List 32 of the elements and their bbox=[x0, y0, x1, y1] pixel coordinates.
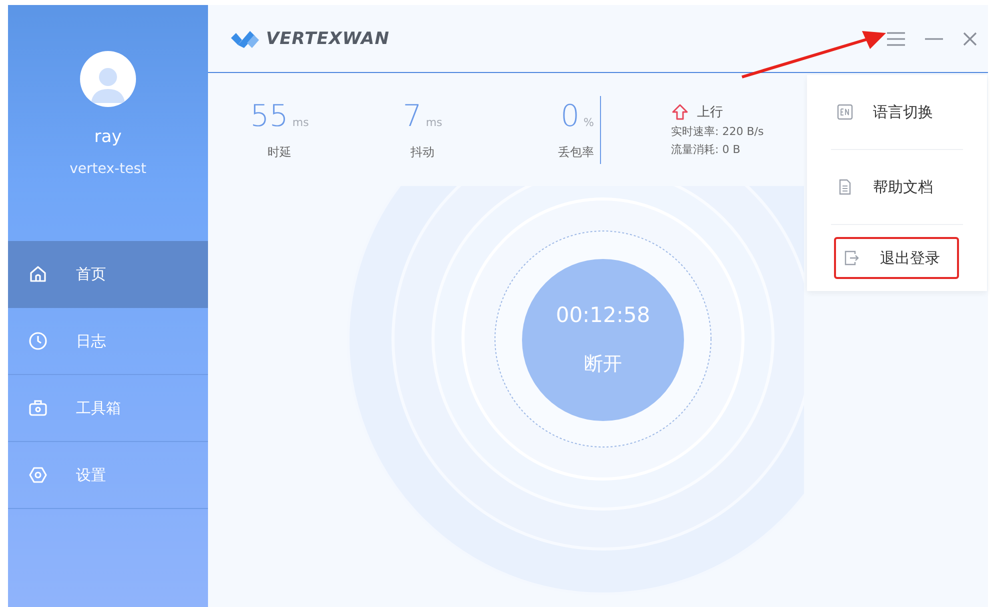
stat-value: 55 bbox=[250, 98, 288, 134]
close-icon[interactable] bbox=[962, 30, 978, 46]
upload-rate: 实时速率: 220 B/s bbox=[671, 124, 764, 138]
nav-item[interactable]: 首页 bbox=[8, 241, 208, 308]
logout-icon bbox=[844, 250, 860, 266]
stat-label: 时延 bbox=[268, 144, 292, 160]
stat-value: 0 bbox=[560, 98, 580, 134]
language-icon bbox=[837, 104, 853, 120]
stat-unit: % bbox=[584, 116, 594, 128]
stat-unit: ms bbox=[426, 116, 442, 128]
upload-usage: 流量消耗: 0 B bbox=[671, 142, 742, 156]
settings-icon bbox=[28, 465, 48, 485]
upload-title: 上行 bbox=[697, 104, 723, 120]
home-icon bbox=[28, 264, 48, 284]
account-name: vertex-test bbox=[70, 161, 146, 177]
toolbox-icon bbox=[28, 398, 48, 418]
connection-timer: 00:12:58 bbox=[556, 303, 650, 327]
stat-unit: ms bbox=[292, 116, 309, 128]
document-icon bbox=[837, 179, 853, 195]
menu-item[interactable]: 退出登录 bbox=[834, 237, 959, 279]
stat-value: 7 bbox=[402, 98, 422, 134]
up-arrow-icon bbox=[671, 102, 689, 120]
user-name: ray bbox=[94, 127, 122, 147]
menu-item[interactable]: 语言切换 bbox=[831, 75, 963, 150]
logo-icon bbox=[230, 28, 260, 48]
clock-icon bbox=[28, 331, 48, 351]
menu-item[interactable]: 帮助文档 bbox=[831, 150, 963, 225]
stat-label: 抖动 bbox=[410, 144, 434, 160]
stat-label: 丢包率 bbox=[558, 144, 594, 160]
brand-name: VERTEXWAN bbox=[266, 28, 390, 48]
menu-icon[interactable] bbox=[886, 30, 906, 46]
minimize-icon[interactable] bbox=[924, 36, 944, 40]
